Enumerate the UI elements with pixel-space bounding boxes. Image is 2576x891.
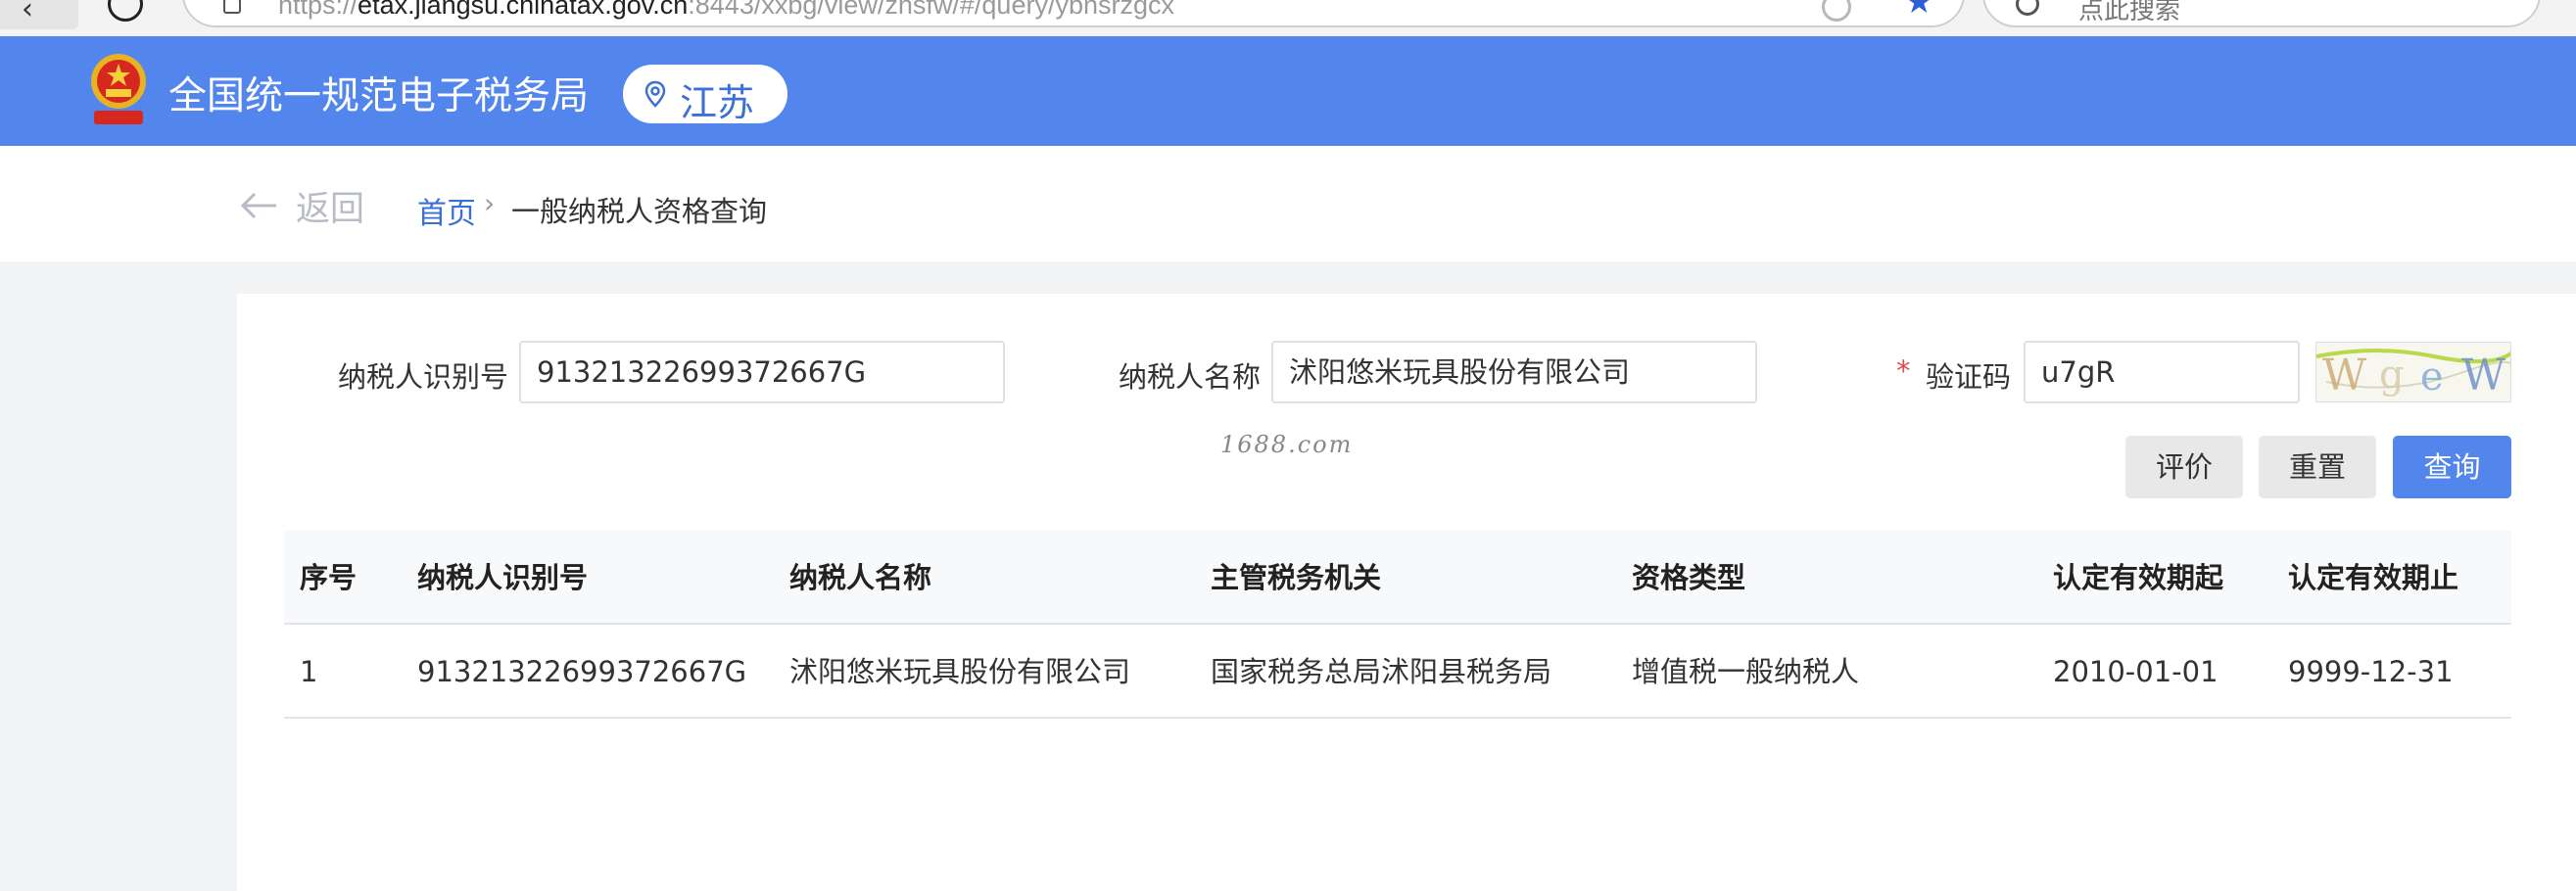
url-domain: etax.jiangsu.chinatax.gov.cn bbox=[358, 0, 689, 20]
column-header-taxpayer-name: 纳税人名称 bbox=[789, 561, 932, 594]
column-header-valid-to: 认定有效期止 bbox=[2288, 561, 2459, 594]
cell-taxpayer-name: 沭阳悠米玩具股份有限公司 bbox=[789, 655, 1131, 688]
breadcrumb-separator-icon: › bbox=[484, 187, 496, 219]
chevron-left-icon: ‹ bbox=[22, 0, 33, 26]
region-label: 江苏 bbox=[680, 81, 755, 124]
taxpayer-id-label: 纳税人识别号 bbox=[338, 360, 509, 394]
location-pin-icon bbox=[644, 80, 666, 108]
browser-toolbar: ‹ https://etax.jiangsu.chinatax.gov.cn:8… bbox=[0, 0, 2576, 35]
svg-text:g: g bbox=[2379, 352, 2405, 398]
taxpayer-id-input[interactable]: 91321322699372667G bbox=[519, 341, 1005, 403]
column-header-qualification-type: 资格类型 bbox=[1632, 561, 1746, 594]
column-header-tax-authority: 主管税务机关 bbox=[1211, 561, 1382, 594]
svg-text:W: W bbox=[2322, 351, 2367, 400]
address-bar[interactable]: https://etax.jiangsu.chinatax.gov.cn:844… bbox=[182, 0, 1965, 27]
browser-back-button[interactable]: ‹ bbox=[0, 0, 78, 29]
captcha-label: 验证码 bbox=[1926, 360, 2012, 394]
cell-valid-from: 2010-01-01 bbox=[2053, 655, 2218, 688]
svg-text:e: e bbox=[2420, 354, 2444, 399]
breadcrumb-current: 一般纳税人资格查询 bbox=[511, 195, 768, 228]
captcha-image[interactable]: W g e W bbox=[2315, 342, 2511, 402]
lock-icon bbox=[223, 0, 241, 14]
address-text: https://etax.jiangsu.chinatax.gov.cn:844… bbox=[278, 0, 1174, 21]
search-icon bbox=[2016, 0, 2039, 16]
site-title: 全国统一规范电子税务局 bbox=[168, 74, 590, 118]
breadcrumb: 返回 首页 › 一般纳税人资格查询 bbox=[0, 146, 2576, 261]
search-placeholder: 点此搜索 bbox=[2078, 0, 2181, 25]
breadcrumb-home-link[interactable]: 首页 bbox=[417, 189, 476, 232]
national-emblem-logo bbox=[91, 54, 146, 124]
table-row[interactable]: 1 91321322699372667G 沭阳悠米玩具股份有限公司 国家税务总局… bbox=[284, 625, 2511, 719]
cell-valid-to: 9999-12-31 bbox=[2288, 655, 2454, 688]
table-header: 序号 纳税人识别号 纳税人名称 主管税务机关 资格类型 认定有效期起 认定有效期… bbox=[284, 531, 2511, 625]
cell-index: 1 bbox=[300, 655, 318, 688]
reload-icon[interactable] bbox=[108, 0, 143, 22]
results-table: 序号 纳税人识别号 纳税人名称 主管税务机关 资格类型 认定有效期起 认定有效期… bbox=[284, 531, 2511, 719]
bookmark-star-icon[interactable]: ★ bbox=[1904, 0, 1933, 22]
tracking-shield-icon[interactable] bbox=[1822, 0, 1851, 22]
browser-search-box[interactable]: 点此搜索 bbox=[1982, 0, 2541, 27]
reset-button[interactable]: 重置 bbox=[2259, 436, 2376, 498]
cell-tax-authority: 国家税务总局沭阳县税务局 bbox=[1211, 655, 1552, 688]
evaluate-button[interactable]: 评价 bbox=[2125, 436, 2243, 498]
column-header-taxpayer-id: 纳税人识别号 bbox=[417, 561, 589, 594]
column-header-index: 序号 bbox=[300, 561, 358, 594]
taxpayer-name-label: 纳税人名称 bbox=[1119, 360, 1262, 394]
arrow-left-icon bbox=[240, 192, 276, 219]
query-button[interactable]: 查询 bbox=[2393, 436, 2511, 498]
cell-taxpayer-id: 91321322699372667G bbox=[417, 655, 747, 688]
site-header: 全国统一规范电子税务局 江苏 bbox=[0, 36, 2576, 146]
watermark: 1688.com bbox=[1220, 431, 1354, 458]
captcha-input[interactable]: u7gR bbox=[2024, 341, 2300, 403]
back-button[interactable]: 返回 bbox=[239, 185, 364, 229]
svg-text:W: W bbox=[2461, 351, 2506, 400]
required-mark: * bbox=[1896, 354, 1911, 388]
url-prefix: https:// bbox=[278, 0, 358, 20]
captcha-graphic: W g e W bbox=[2316, 349, 2510, 400]
cell-qualification-type: 增值税一般纳税人 bbox=[1632, 655, 1860, 688]
url-path: :8443/xxbg/view/zhsfw/#/query/ybnsrzgcx bbox=[688, 0, 1174, 20]
taxpayer-name-input[interactable]: 沭阳悠米玩具股份有限公司 bbox=[1271, 341, 1757, 403]
column-header-valid-from: 认定有效期起 bbox=[2053, 561, 2224, 594]
back-label: 返回 bbox=[296, 189, 365, 229]
region-selector[interactable]: 江苏 bbox=[623, 65, 787, 124]
